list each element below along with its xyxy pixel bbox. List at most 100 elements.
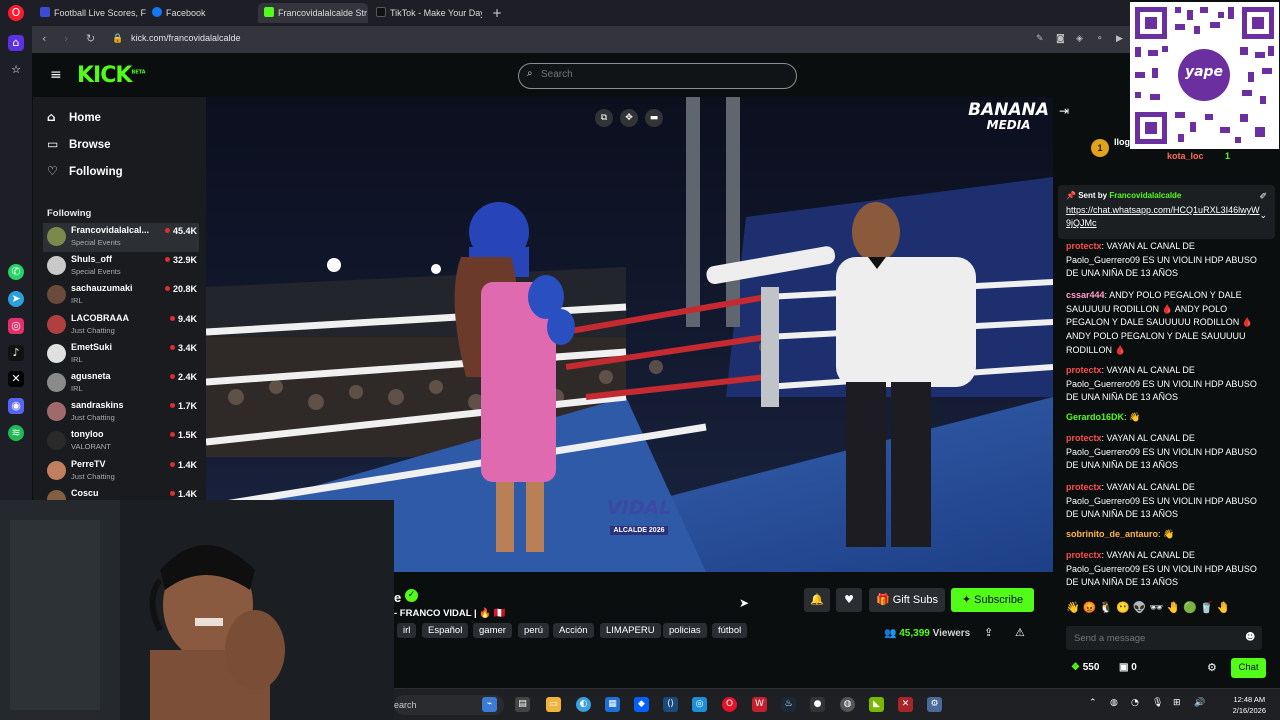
chat-send-button[interactable]: Chat	[1231, 658, 1266, 678]
back-icon[interactable]: ‹	[42, 32, 46, 45]
collapse-chat-icon[interactable]: ⇥	[1059, 104, 1069, 118]
chat-message[interactable]: protectx: VAYAN AL CANAL DE Paolo_Guerre…	[1066, 549, 1261, 590]
obs-icon[interactable]: ●	[810, 697, 825, 712]
emote-bar[interactable]: 👋😡🐧😶👽🕶🤚🟢🥤🤚	[1066, 601, 1266, 617]
tag-chip[interactable]: irl	[397, 623, 417, 638]
chat-message[interactable]: protectx: VAYAN AL CANAL DE Paolo_Guerre…	[1066, 481, 1261, 522]
share-icon[interactable]: ⇪	[984, 626, 993, 639]
tiktok-icon[interactable]: ♪	[8, 345, 24, 361]
search-input[interactable]	[541, 69, 781, 80]
opera-taskbar-icon[interactable]: O	[722, 697, 737, 712]
channel-item[interactable]: LACOBRAAA Just Chatting 9.4K	[43, 311, 199, 340]
task-view-icon[interactable]: ▤	[515, 697, 530, 712]
file-explorer-icon[interactable]: ▭	[546, 697, 561, 712]
chat-message[interactable]: protectx: VAYAN AL CANAL DE Paolo_Guerre…	[1066, 364, 1261, 405]
nvidia-icon[interactable]: ◣	[869, 697, 884, 712]
chat-message[interactable]: sobrinito_de_antauro: 👋	[1066, 528, 1261, 542]
winrar-icon[interactable]: W	[752, 697, 767, 712]
tab-football[interactable]: Football Live Scores, Fixtu	[34, 3, 146, 23]
tag-chip[interactable]: LIMAPERU	[600, 623, 661, 638]
chat-message[interactable]: protectx: VAYAN AL CANAL DE Paolo_Guerre…	[1066, 432, 1261, 473]
opera-logo-icon[interactable]: O	[8, 5, 24, 21]
app-circle-icon[interactable]: ◍	[840, 697, 855, 712]
shield-icon[interactable]: ◈	[1076, 34, 1083, 44]
tag-chip[interactable]: gamer	[473, 623, 512, 638]
shoe-app-icon[interactable]: ⌁	[482, 697, 497, 712]
expand-chevron-icon[interactable]: ⌄	[1259, 211, 1267, 221]
spotify-icon[interactable]: ≋	[8, 425, 24, 441]
chat-username[interactable]: protectx	[1066, 365, 1102, 375]
tab-tiktok[interactable]: TikTok - Make Your Day	[370, 3, 482, 23]
report-icon[interactable]: ⚠	[1015, 626, 1025, 639]
chat-username[interactable]: protectx	[1066, 550, 1102, 560]
chat-username[interactable]: protectx	[1066, 482, 1102, 492]
top-gifter-name[interactable]: llog	[1114, 137, 1130, 147]
tray-app2-icon[interactable]: ◔	[1131, 698, 1139, 708]
chat-message-input[interactable]	[1066, 626, 1262, 650]
instagram-icon[interactable]: ◎	[8, 318, 24, 334]
channel-item[interactable]: sandraskins Just Chatting 1.7K	[43, 398, 199, 427]
tab-kick[interactable]: Francovidalalcalde Str	[258, 3, 368, 23]
dropbox-icon[interactable]: ◆	[634, 697, 649, 712]
subscribe-button[interactable]: ✦ Subscribe	[951, 588, 1034, 612]
chat-username[interactable]: protectx	[1066, 241, 1102, 251]
gift-subs-button[interactable]: 🎁 Gift Subs	[869, 588, 945, 612]
notification-bell-button[interactable]: 🔔	[804, 588, 830, 612]
tracker-icon[interactable]: ⚬	[1096, 34, 1104, 44]
unpin-icon[interactable]: ✐	[1259, 191, 1267, 202]
channel-item[interactable]: sachauzumaki IRL 20.8K	[43, 281, 199, 310]
channel-item[interactable]: tonyloo VALORANT 1.5K	[43, 427, 199, 456]
kick-logo[interactable]: KICKBETA	[77, 63, 146, 88]
fullscreen-icon[interactable]: ✥	[620, 109, 638, 127]
tab-facebook[interactable]: Facebook	[146, 3, 256, 23]
copilot-icon[interactable]: ◐	[576, 697, 591, 712]
tray-chevron-icon[interactable]: ⌃	[1089, 698, 1097, 708]
x-icon[interactable]: ✕	[8, 371, 24, 387]
tag-chip[interactable]: policias	[663, 623, 707, 638]
store-icon[interactable]: ▦	[605, 697, 620, 712]
search-box[interactable]: ⌕	[518, 63, 797, 89]
theater-icon[interactable]: ▬	[645, 109, 663, 127]
gift-count[interactable]: ▣ 0	[1119, 662, 1137, 673]
steam-icon[interactable]: ♨	[781, 697, 796, 712]
network-icon[interactable]: ⊞	[1173, 698, 1181, 708]
chat-username[interactable]: protectx	[1066, 433, 1102, 443]
extension-icon[interactable]: ▶	[1116, 34, 1123, 44]
volume-icon[interactable]: 🔊	[1194, 698, 1205, 708]
channel-item[interactable]: Francovidalalcal... Special Events 45.4K	[43, 223, 199, 252]
star-icon[interactable]: ☆	[8, 62, 24, 78]
new-tab-button[interactable]: +	[486, 3, 502, 23]
channel-item[interactable]: Shuls_off Special Events 32.9K	[43, 252, 199, 281]
microphone-icon[interactable]: 🎙	[1152, 698, 1163, 708]
emoji-icon[interactable]: ☻	[1245, 632, 1255, 643]
tag-chip[interactable]: Español	[422, 623, 469, 638]
channel-item[interactable]: PerreTV Just Chatting 1.4K	[43, 457, 199, 486]
home-icon[interactable]: ⌂	[8, 35, 24, 51]
chat-username[interactable]: cssar444	[1066, 290, 1105, 300]
follow-heart-button[interactable]: ♥	[836, 588, 862, 612]
pinned-link[interactable]: https://chat.whatsapp.com/HCQ1uRXL3I46lw…	[1066, 204, 1262, 230]
channel-item[interactable]: EmetSuki IRL 3.4K	[43, 340, 199, 369]
tray-app-icon[interactable]: ◍	[1110, 698, 1118, 708]
pip-icon[interactable]: ⧉	[595, 109, 613, 127]
edge-icon[interactable]: ◎	[692, 697, 707, 712]
chat-message[interactable]: Gerardo16DK: 👋	[1066, 411, 1261, 425]
channel-points[interactable]: ❖ 550	[1071, 662, 1099, 673]
url-text[interactable]: kick.com/francovidalalcalde	[131, 33, 241, 43]
chat-message[interactable]: cssar444: ANDY POLO PEGALON Y DALE SAUUU…	[1066, 289, 1261, 358]
forward-icon[interactable]: ›	[64, 32, 68, 45]
telegram-icon[interactable]: ➤	[8, 291, 24, 307]
chat-username[interactable]: sobrinito_de_antauro	[1066, 529, 1158, 539]
settings-icon[interactable]: ⚙	[927, 697, 942, 712]
menu-icon[interactable]: ≡	[50, 67, 62, 83]
tag-chip[interactable]: fútbol	[712, 623, 748, 638]
whatsapp-icon[interactable]: ✆	[8, 264, 24, 280]
nav-browse[interactable]: ▭ Browse	[47, 137, 111, 151]
discord-icon[interactable]: ◉	[8, 398, 24, 414]
nav-following[interactable]: ♡ Following	[47, 164, 123, 178]
edit-icon[interactable]: ✎	[1036, 34, 1044, 44]
channel-item[interactable]: agusneta IRL 2.4K	[43, 369, 199, 398]
clock[interactable]: 12:48 AM 2/16/2026	[1233, 694, 1266, 716]
reload-icon[interactable]: ↻	[86, 32, 95, 45]
chat-settings-icon[interactable]: ⚙	[1207, 661, 1217, 674]
